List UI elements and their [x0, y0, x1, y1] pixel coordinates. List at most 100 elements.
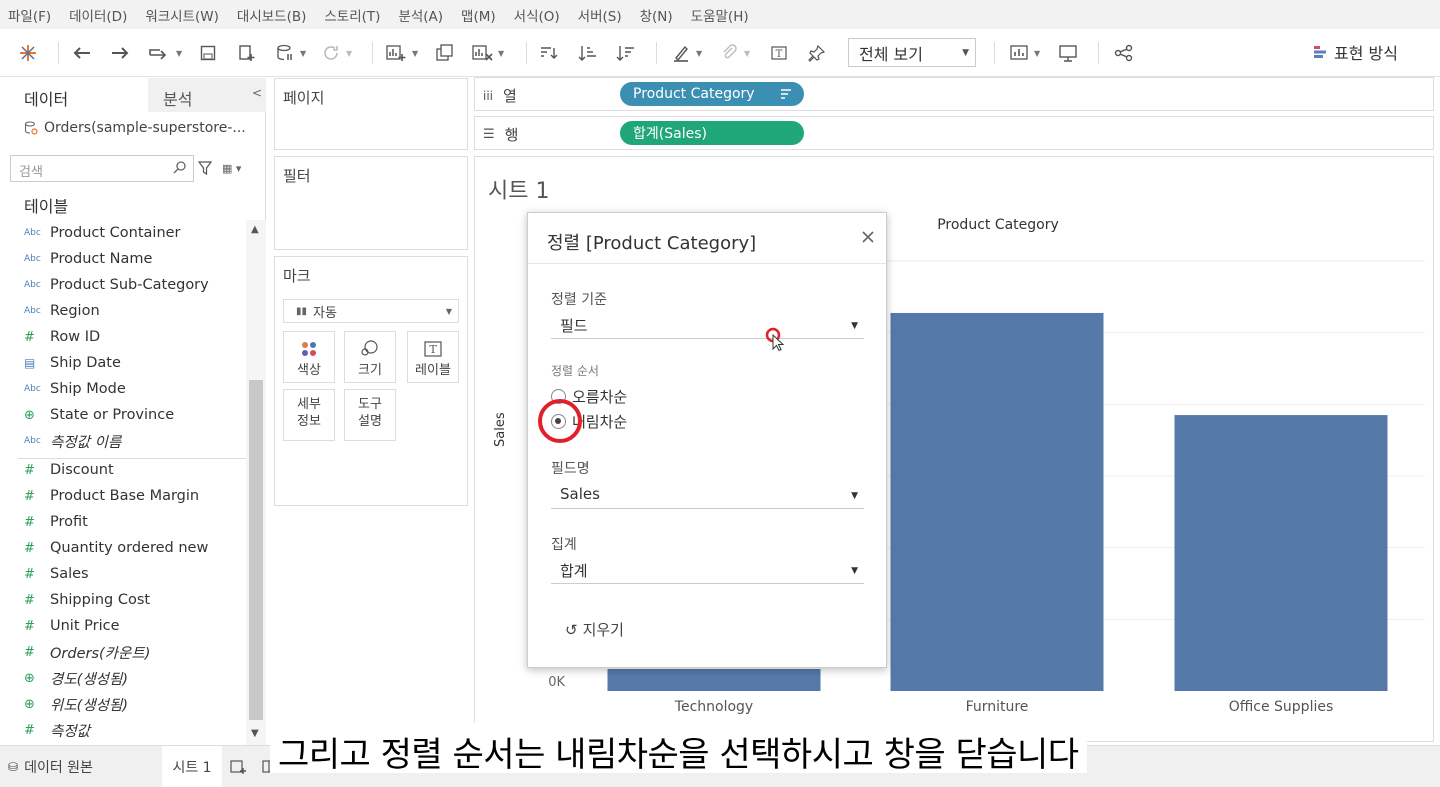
sheet-tab[interactable]: 시트 1	[162, 746, 222, 787]
chevron-down-icon: ▼	[962, 47, 969, 58]
save-icon[interactable]	[200, 41, 216, 65]
field-item[interactable]: Abc Ship Mode	[0, 376, 246, 402]
label-icon: T	[424, 341, 442, 357]
pause-update-icon[interactable]: ▼	[276, 41, 306, 65]
field-item[interactable]: # Orders(카운트)	[0, 639, 246, 665]
show-labels-icon[interactable]: T	[770, 41, 788, 65]
field-name: Product Sub-Category	[50, 277, 209, 293]
swap-rows-columns-icon[interactable]	[538, 41, 558, 65]
field-list-scrollbar[interactable]: ▲ ▼	[246, 220, 266, 745]
new-worksheet-tab-icon[interactable]	[230, 746, 246, 787]
color-button[interactable]: 색상	[283, 331, 335, 383]
show-cards-icon[interactable]: ▼	[1010, 41, 1040, 65]
menu-item[interactable]: 워크시트(W)	[145, 5, 219, 25]
field-item[interactable]: # Row ID	[0, 324, 246, 350]
bar-furniture[interactable]	[890, 312, 1104, 691]
field-item[interactable]: # Sales	[0, 561, 246, 587]
menu-item[interactable]: 서식(O)	[514, 5, 560, 25]
collapse-pane-icon[interactable]: <	[252, 86, 262, 100]
share-icon[interactable]	[1114, 41, 1134, 65]
field-item[interactable]: # Unit Price	[0, 613, 246, 639]
field-item[interactable]: ⊕ 경도(생성됨)	[0, 665, 246, 691]
scroll-down-icon[interactable]: ▼	[251, 728, 259, 739]
field-name-select[interactable]: Sales ▼	[551, 481, 864, 509]
label-label: 레이블	[415, 363, 451, 378]
datasource-tab[interactable]: ⛁ 데이터 원본	[8, 746, 93, 787]
detail-button[interactable]: 세부 정보	[283, 389, 335, 441]
field-item[interactable]: Abc Product Container	[0, 220, 246, 246]
field-item[interactable]: ⊕ 위도(생성됨)	[0, 691, 246, 717]
new-datasource-icon[interactable]	[238, 41, 256, 65]
field-name: 측정값 이름	[50, 434, 122, 451]
presentation-mode-icon[interactable]	[1058, 41, 1078, 65]
menu-item[interactable]: 데이터(D)	[69, 5, 127, 25]
field-item[interactable]: Abc Product Sub-Category	[0, 272, 246, 298]
sum-sales-pill[interactable]: 합계(Sales)	[620, 121, 804, 145]
search-input[interactable]: 검색	[10, 155, 194, 182]
dialog-title: 정렬 [Product Category]	[547, 233, 757, 254]
field-item[interactable]: # Quantity ordered new	[0, 535, 246, 561]
field-item[interactable]: Abc Product Name	[0, 246, 246, 272]
label-button[interactable]: T 레이블	[407, 331, 459, 383]
menu-item[interactable]: 분석(A)	[398, 5, 443, 25]
field-item[interactable]: # Discount	[0, 457, 246, 483]
filter-icon[interactable]	[198, 161, 212, 175]
filters-card[interactable]: 필터	[274, 156, 468, 250]
close-icon[interactable]	[860, 229, 876, 245]
field-item[interactable]: # Shipping Cost	[0, 587, 246, 613]
bar-office-supplies[interactable]	[1174, 415, 1388, 691]
pages-card-title: 페이지	[283, 89, 325, 107]
product-category-pill[interactable]: Product Category	[620, 82, 804, 106]
highlight-pen-icon[interactable]: ▼	[672, 41, 702, 65]
show-me-button[interactable]: 표현 방식	[1314, 40, 1398, 64]
aggregation-select[interactable]: 합계 ▼	[551, 556, 864, 584]
menu-item[interactable]: 서버(S)	[578, 5, 622, 25]
new-worksheet-icon[interactable]: ▼	[386, 41, 418, 65]
menu-item[interactable]: 스토리(T)	[324, 5, 380, 25]
pages-card[interactable]: 페이지	[274, 78, 468, 150]
sort-by-select[interactable]: 필드 ▼	[551, 311, 864, 339]
sort-ascending-icon[interactable]	[578, 41, 598, 65]
mark-type-select[interactable]: ▮▮ 자동 ▼	[283, 299, 459, 323]
rows-shelf[interactable]: ☰ 행 합계(Sales)	[474, 116, 1434, 150]
field-item[interactable]: Abc Region	[0, 298, 246, 324]
sort-descending-icon[interactable]	[616, 41, 636, 65]
tab-analysis[interactable]: 분석	[148, 78, 266, 112]
group-members-icon[interactable]: ▼	[720, 41, 750, 65]
field-item[interactable]: # Profit	[0, 509, 246, 535]
refresh-icon[interactable]: ▼	[322, 41, 352, 65]
field-name: Product Name	[50, 251, 153, 267]
columns-shelf[interactable]: iii 열 Product Category	[474, 77, 1434, 111]
field-item[interactable]: ⊕ State or Province	[0, 402, 246, 428]
size-icon	[361, 340, 378, 356]
menu-item[interactable]: 도움말(H)	[691, 5, 749, 25]
clear-sheet-icon[interactable]: ▼	[472, 41, 504, 65]
chevron-down-icon: ▼	[445, 306, 452, 316]
duplicate-sheet-icon[interactable]	[436, 41, 454, 65]
forward-arrow-icon[interactable]	[110, 41, 130, 65]
pin-axis-icon[interactable]	[808, 41, 826, 65]
tables-heading: 테이블	[24, 197, 69, 216]
view-options-icon[interactable]: ▦ ▾	[222, 162, 241, 175]
menu-item[interactable]: 창(N)	[640, 5, 673, 25]
tableau-logo-icon[interactable]	[18, 41, 38, 65]
scroll-up-icon[interactable]: ▲	[251, 224, 259, 235]
redo-icon[interactable]: ▼	[148, 41, 182, 65]
field-item[interactable]: Abc 측정값 이름	[0, 428, 246, 454]
tab-data[interactable]: 데이터	[0, 78, 148, 112]
field-item[interactable]: # Product Base Margin	[0, 483, 246, 509]
datasource-item[interactable]: Orders(sample-superstore-...	[24, 120, 246, 136]
view-fit-select[interactable]: 전체 보기 ▼	[848, 38, 976, 67]
detail-label-line2: 정보	[297, 414, 321, 429]
size-button[interactable]: 크기	[344, 331, 396, 383]
clear-button[interactable]: ↺ 지우기	[565, 619, 624, 640]
menu-item[interactable]: 파일(F)	[8, 5, 51, 25]
menu-item[interactable]: 맵(M)	[461, 5, 496, 25]
field-item[interactable]: # 측정값	[0, 717, 246, 743]
tooltip-button[interactable]: 도구 설명	[344, 389, 396, 441]
scrollbar-thumb[interactable]	[249, 380, 263, 720]
menu-item[interactable]: 대시보드(B)	[237, 5, 306, 25]
back-arrow-icon[interactable]	[72, 41, 92, 65]
field-item[interactable]: ▤ Ship Date	[0, 350, 246, 376]
bar-technology[interactable]	[607, 669, 821, 691]
